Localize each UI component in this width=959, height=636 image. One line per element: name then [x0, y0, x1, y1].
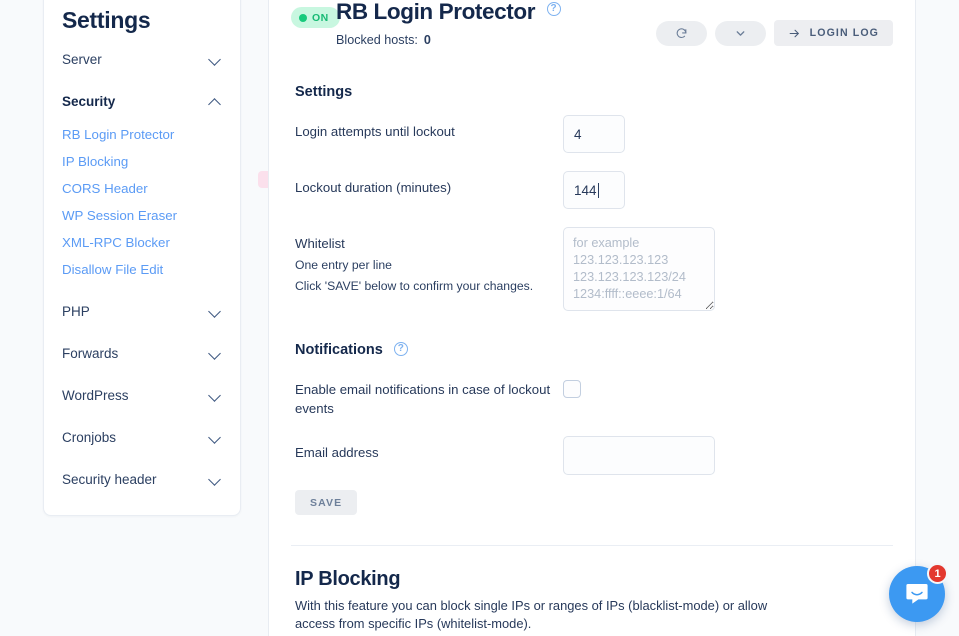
main-content-card: ON RB Login Protector ? Blocked hosts: 0 — [268, 0, 916, 636]
email-address-input[interactable] — [563, 436, 715, 475]
title-area: RB Login Protector ? Blocked hosts: 0 — [336, 0, 561, 47]
sidebar-group-label: PHP — [62, 304, 90, 319]
notifications-heading-row: Notifications ? — [295, 342, 893, 358]
lockout-duration-label: Lockout duration (minutes) — [295, 180, 452, 195]
sidebar-item-disallow-file-edit[interactable]: Disallow File Edit — [44, 256, 240, 283]
intercom-launcher-button[interactable]: 1 — [889, 563, 948, 622]
login-log-label: LOGIN LOG — [809, 27, 879, 39]
lockout-duration-row: Lockout duration (minutes) 144 — [291, 162, 893, 218]
notifications-heading: Notifications — [295, 342, 383, 358]
chat-bubble-icon — [906, 584, 928, 604]
whitelist-hint-2: Click 'SAVE' below to confirm your chang… — [295, 279, 534, 293]
sidebar-group-security-header[interactable]: Security header — [44, 462, 240, 497]
email-address-label: Email address — [295, 445, 379, 460]
settings-page: Settings Server Security RB Login Protec… — [0, 0, 959, 636]
chevron-down-icon — [209, 53, 222, 66]
sidebar-item-rb-login-protector[interactable]: RB Login Protector — [44, 121, 240, 148]
email-address-row: Email address — [291, 427, 893, 484]
settings-sidebar: Settings Server Security RB Login Protec… — [43, 0, 241, 516]
question-circle-icon[interactable]: ? — [546, 2, 561, 17]
lockout-duration-input[interactable]: 144 — [563, 171, 625, 209]
login-attempts-label: Login attempts until lockout — [295, 124, 455, 139]
status-badge-label: ON — [312, 11, 329, 24]
whitelist-row: Whitelist One entry per line Click 'SAVE… — [291, 218, 893, 320]
status-badge[interactable]: ON — [291, 7, 340, 28]
refresh-button[interactable] — [655, 20, 707, 46]
blocked-hosts-row: Blocked hosts: 0 — [336, 33, 561, 47]
chevron-down-icon — [209, 389, 222, 402]
sidebar-group-label: Forwards — [62, 346, 119, 361]
login-attempts-input[interactable] — [563, 115, 625, 153]
sidebar-item-xml-rpc-blocker[interactable]: XML-RPC Blocker — [44, 229, 240, 256]
sidebar-item-cors-header[interactable]: CORS Header — [44, 175, 240, 202]
blocked-hosts-label: Blocked hosts: — [336, 32, 418, 47]
chevron-up-icon — [209, 95, 222, 108]
ip-blocking-description: With this feature you can block single I… — [295, 598, 768, 631]
sidebar-group-label: Security — [62, 94, 116, 109]
content-left-divider — [268, 0, 269, 636]
whitelist-label: Whitelist — [295, 236, 345, 251]
sidebar-item-wp-session-eraser[interactable]: WP Session Eraser — [44, 202, 240, 229]
ip-blocking-heading: IP Blocking — [295, 568, 401, 590]
chevron-down-icon — [736, 30, 745, 36]
page-title: RB Login Protector — [336, 0, 536, 24]
login-attempts-row: Login attempts until lockout — [291, 106, 893, 162]
chevron-down-icon — [209, 305, 222, 318]
enable-email-row: Enable email notifications in case of lo… — [291, 364, 893, 427]
sidebar-group-php[interactable]: PHP — [44, 294, 240, 329]
sidebar-security-sublist: RB Login Protector IP Blocking CORS Head… — [44, 119, 240, 287]
settings-heading: Settings — [295, 84, 353, 100]
sidebar-item-ip-blocking[interactable]: IP Blocking — [44, 148, 240, 175]
sidebar-group-label: WordPress — [62, 388, 129, 403]
sidebar-group-forwards[interactable]: Forwards — [44, 336, 240, 371]
enable-email-checkbox[interactable] — [563, 380, 581, 398]
text-caret — [597, 182, 599, 198]
module-header: ON RB Login Protector ? Blocked hosts: 0 — [291, 0, 893, 66]
chevron-down-icon — [209, 347, 222, 360]
whitelist-hint-1: One entry per line — [295, 258, 392, 272]
status-dot-icon — [299, 13, 307, 22]
sidebar-group-label: Cronjobs — [62, 430, 117, 445]
sidebar-group-security[interactable]: Security — [44, 84, 240, 119]
intercom-unread-badge: 1 — [927, 563, 948, 584]
sidebar-group-wordpress[interactable]: WordPress — [44, 378, 240, 413]
chevron-down-icon — [209, 431, 222, 444]
section-divider — [291, 545, 893, 546]
header-dropdown-button[interactable] — [714, 20, 766, 46]
chevron-down-icon — [209, 473, 222, 486]
sidebar-group-label: Security header — [62, 472, 157, 487]
lockout-duration-value: 144 — [574, 182, 597, 198]
whitelist-textarea[interactable] — [563, 227, 715, 311]
enable-email-label: Enable email notifications in case of lo… — [295, 382, 551, 416]
login-log-button[interactable]: LOGIN LOG — [773, 20, 893, 46]
main-content-inner: ON RB Login Protector ? Blocked hosts: 0 — [269, 0, 915, 636]
blocked-hosts-value: 0 — [423, 32, 431, 47]
refresh-icon — [676, 27, 687, 38]
question-circle-icon[interactable]: ? — [393, 342, 408, 357]
header-actions: LOGIN LOG — [655, 20, 893, 46]
title-line: RB Login Protector ? — [336, 0, 561, 25]
sidebar-group-label: Server — [62, 52, 102, 67]
sidebar-group-cronjobs[interactable]: Cronjobs — [44, 420, 240, 455]
sidebar-group-server[interactable]: Server — [44, 42, 240, 77]
arrow-right-icon — [789, 29, 799, 37]
sidebar-title: Settings — [62, 7, 151, 33]
whitelist-label-block: Whitelist One entry per line Click 'SAVE… — [295, 227, 563, 295]
save-button[interactable]: SAVE — [295, 490, 358, 515]
